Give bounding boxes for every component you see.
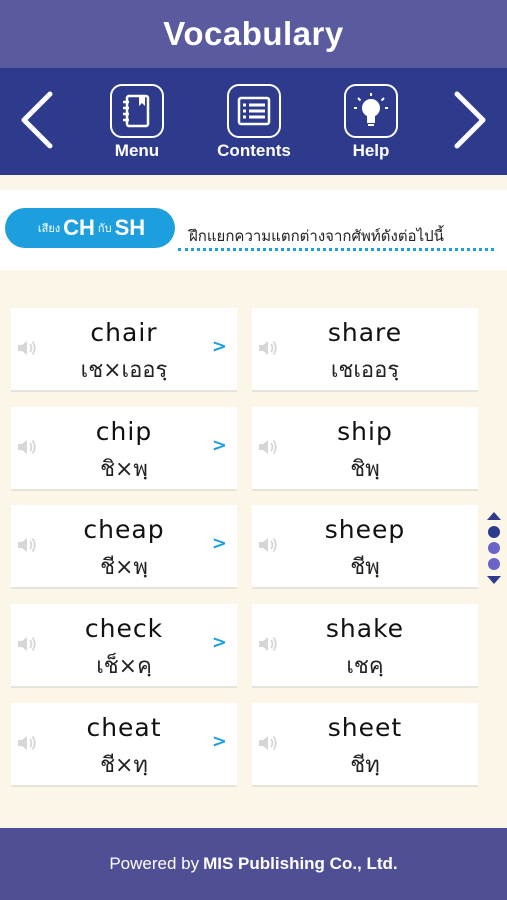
word-card-sheep[interactable]: sheep ชีพฺ [252,505,478,589]
lesson-pill: เสียง CH กับ SH [5,208,175,248]
word-card-cheat[interactable]: cheat ชี×ทฺ > [11,703,237,787]
word-english: share [327,318,403,347]
word-english: sheep [324,515,406,544]
word-card-chip[interactable]: chip ชิ×พฺ > [11,407,237,491]
word-thai-pronunciation: ชีพฺ [350,555,380,580]
compare-arrow-icon[interactable]: > [212,336,227,357]
prev-button[interactable] [18,90,58,150]
chevron-right-icon [454,91,486,149]
contents-label: Contents [217,141,291,160]
word-card-share[interactable]: share เชเออรฺ [252,308,478,392]
word-english: check [84,614,164,643]
footer-company: MIS Publishing Co., Ltd. [203,854,398,873]
title-bar: Vocabulary [0,0,507,68]
word-english: ship [337,417,393,446]
word-card-ship[interactable]: ship ชิพฺ [252,407,478,491]
list-icon [227,84,281,138]
word-english: cheap [83,515,165,544]
lesson-banner: เสียง CH กับ SH ฝึกแยกความแตกต่างจากศัพท… [0,190,507,270]
word-card-cheap[interactable]: cheap ชี×พฺ > [11,505,237,589]
instruction-text: ฝึกแยกความแตกต่างจากศัพท์ดังต่อไปนี้ [189,227,444,245]
scroll-indicator[interactable] [486,512,502,586]
pill-second-sound: SH [114,215,146,240]
chevron-left-icon [21,91,53,149]
toolbar: Menu Contents Help [0,68,507,175]
word-english: chip [95,417,153,446]
word-thai-pronunciation: เชเออรฺ [330,358,400,383]
dotted-divider [178,248,494,251]
word-thai-pronunciation: ชิพฺ [350,457,380,482]
lightbulb-icon [344,84,398,138]
word-thai-pronunciation: ชี×พฺ [100,555,148,580]
compare-arrow-icon[interactable]: > [212,632,227,653]
pill-prefix: เสียง [37,222,61,235]
help-button[interactable]: Help [326,84,416,161]
compare-arrow-icon[interactable]: > [212,435,227,456]
word-card-sheet[interactable]: sheet ชีทฺ [252,703,478,787]
menu-button[interactable]: Menu [92,84,182,161]
next-button[interactable] [449,90,489,150]
menu-label: Menu [114,141,160,160]
word-english: shake [325,614,405,643]
footer: Powered by MIS Publishing Co., Ltd. [0,828,507,900]
help-label: Help [352,141,390,160]
page-title: Vocabulary [163,15,344,52]
word-thai-pronunciation: เช็×คฺ [96,654,152,679]
notebook-icon [110,84,164,138]
word-card-chair[interactable]: chair เช×เออรฺ > [11,308,237,392]
word-thai-pronunciation: เช×เออรฺ [80,358,168,383]
compare-arrow-icon[interactable]: > [212,731,227,752]
word-english: chair [90,318,158,347]
word-card-shake[interactable]: shake เชคฺ [252,604,478,688]
word-thai-pronunciation: ชีทฺ [350,753,380,778]
word-thai-pronunciation: เชคฺ [346,654,384,679]
word-english: cheat [86,713,162,742]
pill-first-sound: CH [63,215,95,240]
word-english: sheet [327,713,403,742]
contents-button[interactable]: Contents [209,84,299,161]
word-thai-pronunciation: ชิ×พฺ [100,457,148,482]
compare-arrow-icon[interactable]: > [212,533,227,554]
word-card-check[interactable]: check เช็×คฺ > [11,604,237,688]
pill-connector: กับ [97,222,112,235]
footer-prefix: Powered by [109,854,200,873]
word-thai-pronunciation: ชี×ทฺ [100,753,148,778]
